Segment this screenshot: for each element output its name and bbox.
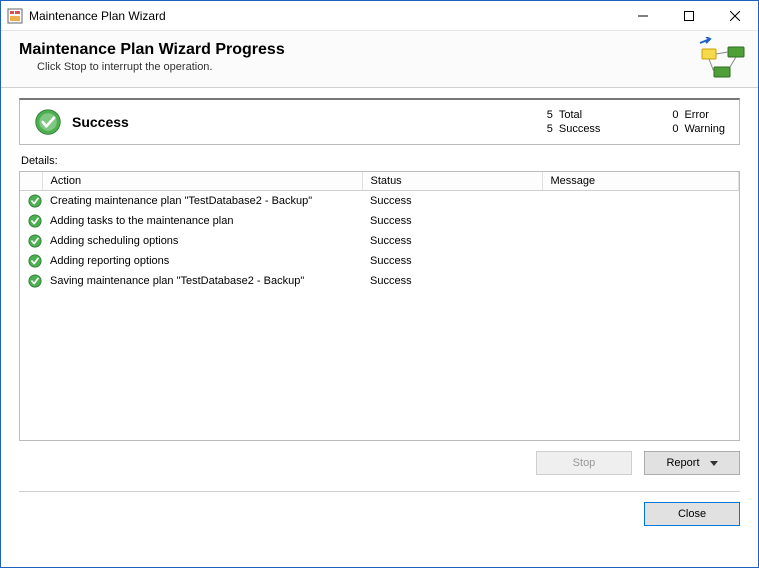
details-grid: Action Status Message Creating maintenan… bbox=[19, 171, 740, 441]
table-row[interactable]: Adding tasks to the maintenance planSucc… bbox=[20, 211, 739, 231]
stop-button: Stop bbox=[536, 451, 632, 475]
wizard-header: Maintenance Plan Wizard Progress Click S… bbox=[1, 31, 758, 88]
col-message-header[interactable]: Message bbox=[542, 172, 739, 191]
status-counters: 5 Total 5 Success 0 Error 0 Warning bbox=[535, 109, 725, 135]
window-controls bbox=[620, 1, 758, 30]
success-label: Success bbox=[559, 123, 601, 135]
row-status: Success bbox=[362, 251, 542, 271]
row-status-icon bbox=[20, 211, 42, 231]
success-icon bbox=[34, 108, 62, 136]
total-count: 5 bbox=[535, 109, 559, 121]
report-button[interactable]: Report bbox=[644, 451, 740, 475]
col-action-header[interactable]: Action bbox=[42, 172, 362, 191]
error-count: 0 bbox=[660, 109, 684, 121]
row-message bbox=[542, 211, 739, 231]
report-button-label: Report bbox=[666, 457, 699, 469]
table-row[interactable]: Adding reporting optionsSuccess bbox=[20, 251, 739, 271]
status-box: Success 5 Total 5 Success 0 Error 0 Warn… bbox=[19, 98, 740, 145]
close-button[interactable]: Close bbox=[644, 502, 740, 526]
titlebar: Maintenance Plan Wizard bbox=[1, 1, 758, 31]
row-action: Adding reporting options bbox=[42, 251, 362, 271]
window-title: Maintenance Plan Wizard bbox=[29, 9, 620, 23]
row-action: Adding scheduling options bbox=[42, 231, 362, 251]
close-window-button[interactable] bbox=[712, 1, 758, 30]
table-row[interactable]: Saving maintenance plan "TestDatabase2 -… bbox=[20, 271, 739, 291]
error-label: Error bbox=[684, 109, 725, 121]
success-count: 5 bbox=[535, 123, 559, 135]
table-row[interactable]: Adding scheduling optionsSuccess bbox=[20, 231, 739, 251]
minimize-button[interactable] bbox=[620, 1, 666, 30]
warning-count: 0 bbox=[660, 123, 684, 135]
page-subtitle: Click Stop to interrupt the operation. bbox=[37, 61, 740, 73]
maximize-button[interactable] bbox=[666, 1, 712, 30]
row-status-icon bbox=[20, 231, 42, 251]
table-row[interactable]: Creating maintenance plan "TestDatabase2… bbox=[20, 191, 739, 212]
col-status-header[interactable]: Status bbox=[362, 172, 542, 191]
row-status: Success bbox=[362, 191, 542, 212]
warning-label: Warning bbox=[684, 123, 725, 135]
details-label: Details: bbox=[1, 145, 758, 171]
col-icon-header[interactable] bbox=[20, 172, 42, 191]
total-label: Total bbox=[559, 109, 601, 121]
row-action: Creating maintenance plan "TestDatabase2… bbox=[42, 191, 362, 212]
header-diagram-icon bbox=[696, 37, 752, 83]
app-icon bbox=[7, 8, 23, 24]
row-message bbox=[542, 251, 739, 271]
wizard-window: Maintenance Plan Wizard Maintenance Plan… bbox=[0, 0, 759, 568]
row-message bbox=[542, 191, 739, 212]
row-action: Adding tasks to the maintenance plan bbox=[42, 211, 362, 231]
row-status-icon bbox=[20, 271, 42, 291]
row-status: Success bbox=[362, 211, 542, 231]
row-status: Success bbox=[362, 271, 542, 291]
row-status: Success bbox=[362, 231, 542, 251]
status-panel: Success 5 Total 5 Success 0 Error 0 Warn… bbox=[1, 88, 758, 145]
caret-down-icon bbox=[710, 461, 718, 466]
close-button-row: Close bbox=[1, 492, 758, 536]
row-status-icon bbox=[20, 191, 42, 212]
row-message bbox=[542, 231, 739, 251]
page-title: Maintenance Plan Wizard Progress bbox=[19, 41, 740, 59]
action-button-row: Stop Report bbox=[1, 441, 758, 485]
status-label: Success bbox=[72, 114, 535, 130]
row-message bbox=[542, 271, 739, 291]
row-status-icon bbox=[20, 251, 42, 271]
row-action: Saving maintenance plan "TestDatabase2 -… bbox=[42, 271, 362, 291]
